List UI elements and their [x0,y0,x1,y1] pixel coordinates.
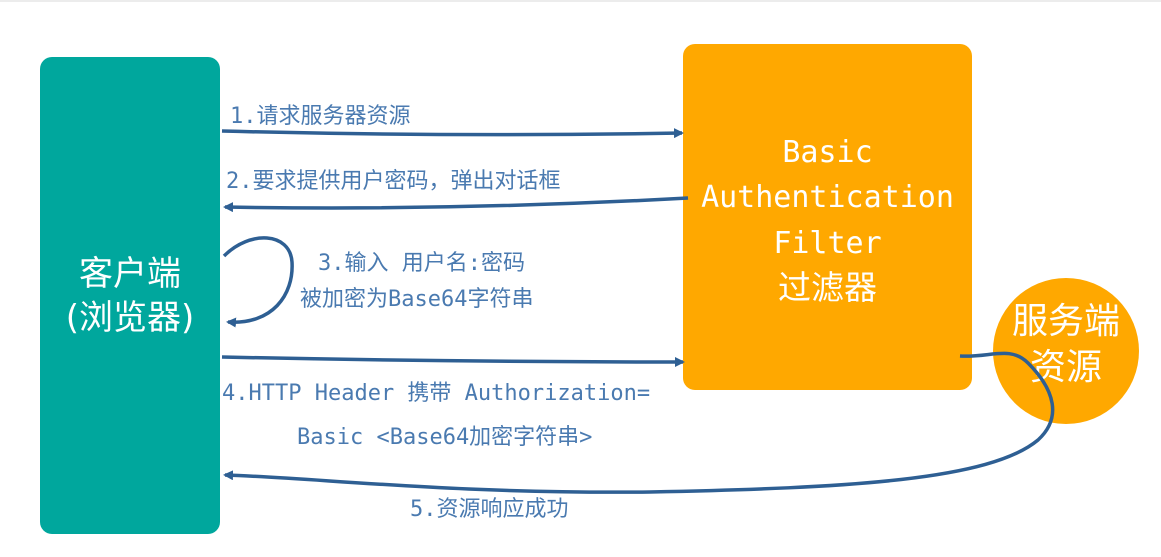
step4-label-line1: 4.HTTP Header 携带 Authorization= [222,381,651,406]
arrow-step3-loop [222,236,294,328]
step4-label-line2: Basic <Base64加密字符串> [297,425,593,450]
arrow-step4 [221,355,685,367]
step1-label: 1.请求服务器资源 [230,104,411,129]
diagram-canvas: 客户端 (浏览器) Basic Authentication Filter 过滤… [0,0,1161,557]
step2-label: 2.要求提供用户密码，弹出对话框 [226,169,561,194]
arrow-step2 [223,196,689,213]
arrow-step1 [221,128,684,139]
arrow-step5 [223,351,1055,494]
step5-label: 5.资源响应成功 [410,497,569,522]
step3-label-line1: 3.输入 用户名:密码 [318,251,525,276]
step3-label-line2: 被加密为Base64字符串 [300,287,534,312]
connector-layer [221,128,1055,494]
